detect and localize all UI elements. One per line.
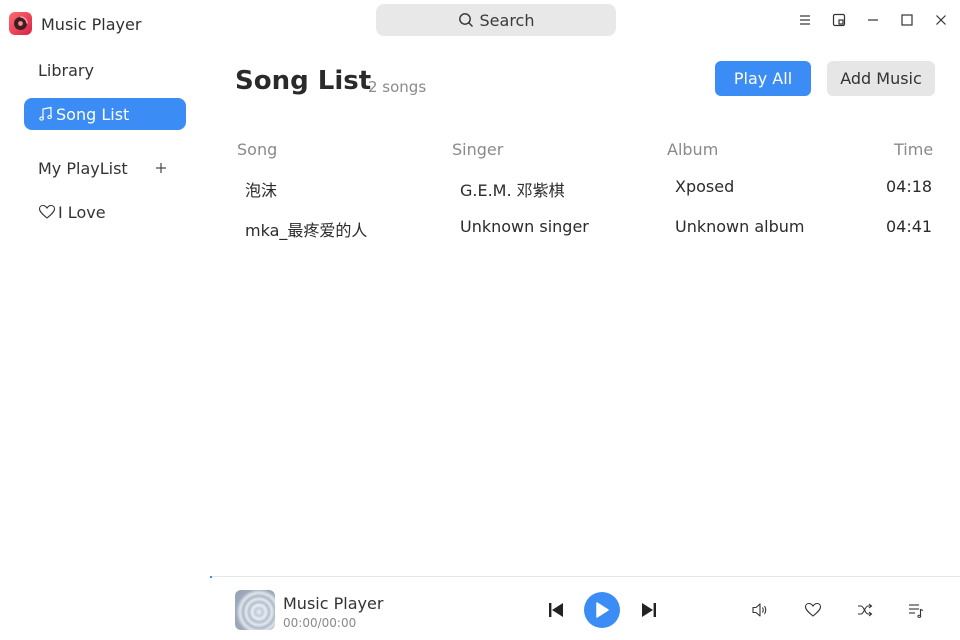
song-title-cell: 泡沫 xyxy=(245,181,278,200)
search-icon xyxy=(458,13,473,27)
volume-button[interactable] xyxy=(750,600,770,620)
skip-next-icon xyxy=(642,603,656,617)
add-playlist-button[interactable] xyxy=(153,160,169,176)
playlist-button[interactable] xyxy=(906,600,926,620)
sidebar-item-label: Song List xyxy=(56,104,130,124)
now-playing-title: Music Player xyxy=(283,594,384,613)
column-header-time[interactable]: Time xyxy=(894,140,933,159)
app-title: Music Player xyxy=(41,15,142,34)
album-cover[interactable] xyxy=(235,590,275,630)
heart-icon xyxy=(38,204,56,220)
maximize-button[interactable] xyxy=(897,10,917,30)
play-all-button[interactable]: Play All xyxy=(715,61,811,96)
app-logo-icon xyxy=(9,12,32,35)
skip-previous-icon xyxy=(549,603,563,617)
progress-bar[interactable] xyxy=(210,576,960,577)
close-icon xyxy=(936,15,946,25)
close-button[interactable] xyxy=(931,10,951,30)
previous-button[interactable] xyxy=(546,600,566,620)
table-row[interactable]: 泡沫 G.E.M. 邓紫棋 Xposed 04:18 xyxy=(236,168,936,208)
album-cell: Unknown album xyxy=(675,217,805,236)
sidebar-item-library[interactable]: Library xyxy=(24,54,186,86)
sidebar-item-song-list[interactable]: Song List xyxy=(24,98,186,130)
column-header-album[interactable]: Album xyxy=(667,140,718,159)
column-header-song[interactable]: Song xyxy=(237,140,277,159)
sidebar-item-label: I Love xyxy=(58,202,106,222)
sidebar-item-label: My PlayList xyxy=(38,158,128,178)
song-title-cell: mka_最疼爱的人 xyxy=(245,221,368,240)
heart-icon xyxy=(804,602,822,617)
shuffle-icon xyxy=(858,603,873,617)
page-title: Song List xyxy=(235,66,372,96)
column-header-singer[interactable]: Singer xyxy=(452,140,503,159)
title-bar: Music Player Search xyxy=(0,0,960,44)
song-count: 2 songs xyxy=(368,78,427,96)
playlist-icon xyxy=(909,604,924,618)
progress-fill xyxy=(210,576,212,578)
search-placeholder: Search xyxy=(479,10,535,30)
maximize-icon xyxy=(901,14,913,26)
album-cell: Xposed xyxy=(675,177,735,196)
sidebar: Library Song List My PlayList I Love xyxy=(0,44,210,576)
search-input[interactable]: Search xyxy=(376,4,616,36)
minimize-icon xyxy=(868,19,878,21)
shuffle-button[interactable] xyxy=(855,600,875,620)
mini-mode-button[interactable] xyxy=(829,10,849,30)
duration-cell: 04:41 xyxy=(886,217,933,236)
next-button[interactable] xyxy=(639,600,659,620)
playback-time: 00:00/00:00 xyxy=(283,616,357,630)
menu-button[interactable] xyxy=(795,10,815,30)
plus-icon xyxy=(156,163,166,173)
sidebar-item-i-love[interactable]: I Love xyxy=(24,196,186,228)
play-button[interactable] xyxy=(584,592,620,628)
volume-icon xyxy=(752,603,767,617)
singer-cell: G.E.M. 邓紫棋 xyxy=(460,181,565,200)
play-icon xyxy=(596,602,609,618)
favorite-button[interactable] xyxy=(803,600,823,620)
sidebar-item-label: Library xyxy=(38,60,94,80)
mini-mode-icon xyxy=(832,13,846,27)
duration-cell: 04:18 xyxy=(886,177,933,196)
minimize-button[interactable] xyxy=(863,10,883,30)
add-music-button[interactable]: Add Music xyxy=(827,61,935,96)
menu-icon xyxy=(800,15,810,25)
singer-cell: Unknown singer xyxy=(460,217,589,236)
music-note-icon xyxy=(38,106,54,122)
table-row[interactable]: mka_最疼爱的人 Unknown singer Unknown album 0… xyxy=(236,208,936,248)
